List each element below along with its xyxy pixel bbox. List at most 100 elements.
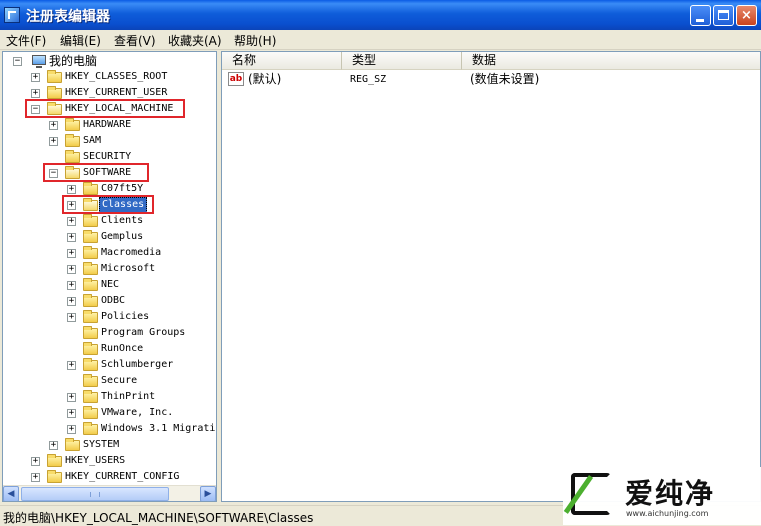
tree-node-software-child[interactable]: Program Groups: [3, 325, 216, 341]
tree-node-software-child[interactable]: + Policies: [3, 309, 216, 325]
window-title: 注册表编辑器: [26, 9, 110, 25]
expand-icon[interactable]: +: [67, 313, 76, 322]
tree-label: RunOnce: [101, 343, 144, 354]
tree-label: HKEY_USERS: [65, 455, 126, 466]
tree-node-software-child[interactable]: Secure: [3, 373, 216, 389]
expand-icon[interactable]: +: [67, 185, 76, 194]
tree-label: Gemplus: [101, 231, 144, 242]
tree-label: Program Groups: [101, 327, 186, 338]
close-button[interactable]: ×: [736, 5, 757, 26]
tree-label: HKEY_CLASSES_ROOT: [65, 71, 168, 82]
tree-horizontal-scrollbar[interactable]: ◀ ▶: [3, 485, 216, 501]
tree-node-software-child[interactable]: RunOnce: [3, 341, 216, 357]
minimize-icon: [696, 19, 704, 22]
tree-node-software-child[interactable]: + ThinPrint: [3, 389, 216, 405]
close-icon: ×: [741, 8, 752, 23]
tree-label: SYSTEM: [83, 439, 120, 450]
expand-icon[interactable]: +: [67, 281, 76, 290]
menu-file[interactable]: 文件(F): [6, 32, 46, 49]
scroll-thumb[interactable]: [21, 487, 169, 501]
tree-label: Clients: [101, 215, 144, 226]
folder-icon: [83, 278, 98, 291]
registry-tree-pane[interactable]: − 我的电脑 + HKEY_CLASSES_ROOT + HKEY_CURREN…: [2, 51, 217, 502]
tree-label: VMware, Inc.: [101, 407, 174, 418]
value-row[interactable]: ab (默认) REG_SZ (数值未设置): [222, 71, 760, 89]
expand-icon[interactable]: +: [67, 361, 76, 370]
expand-icon[interactable]: +: [31, 473, 40, 482]
tree-label: Schlumberger: [101, 359, 174, 370]
scroll-left-button[interactable]: ◀: [3, 486, 19, 501]
tree-label: HARDWARE: [83, 119, 132, 130]
folder-icon: [65, 438, 80, 451]
tree-label: Policies: [101, 311, 150, 322]
tree-label: Windows 3.1 Migration Status: [101, 423, 216, 434]
tree-node-software-child[interactable]: + Gemplus: [3, 229, 216, 245]
brand-logo-icon: [571, 473, 611, 515]
scroll-right-button[interactable]: ▶: [200, 486, 216, 501]
folder-icon: [83, 358, 98, 371]
tree-node-software-child[interactable]: + NEC: [3, 277, 216, 293]
expand-icon[interactable]: +: [67, 265, 76, 274]
regedit-app-icon: [4, 7, 20, 23]
computer-icon: [32, 55, 46, 68]
column-header-data[interactable]: 数据: [462, 52, 760, 70]
tree-node-hkcr[interactable]: + HKEY_CLASSES_ROOT: [3, 69, 216, 85]
expand-icon[interactable]: +: [49, 121, 58, 130]
maximize-icon: [718, 10, 729, 20]
highlight-box-classes: [62, 195, 154, 214]
menu-help[interactable]: 帮助(H): [234, 32, 276, 49]
tree-label: SAM: [83, 135, 102, 146]
tree-node-system[interactable]: + SYSTEM: [3, 437, 216, 453]
watermark-url: www.aichunjing.com: [626, 509, 709, 518]
title-bar[interactable]: 注册表编辑器 ×: [0, 0, 761, 30]
menu-favorites[interactable]: 收藏夹(A): [168, 32, 222, 49]
expand-icon[interactable]: +: [67, 409, 76, 418]
expand-icon[interactable]: +: [67, 393, 76, 402]
status-path: 我的电脑\HKEY_LOCAL_MACHINE\SOFTWARE\Classes: [3, 511, 314, 525]
tree-node-software-child[interactable]: + Clients: [3, 213, 216, 229]
tree-node-sam[interactable]: + SAM: [3, 133, 216, 149]
expand-icon[interactable]: +: [67, 249, 76, 258]
tree-node-hkcc[interactable]: + HKEY_CURRENT_CONFIG: [3, 469, 216, 485]
expand-icon[interactable]: +: [49, 137, 58, 146]
tree-node-software-child[interactable]: + Macromedia: [3, 245, 216, 261]
tree-node-software-child[interactable]: + Schlumberger: [3, 357, 216, 373]
expand-icon[interactable]: +: [67, 425, 76, 434]
tree-node-hardware[interactable]: + HARDWARE: [3, 117, 216, 133]
watermark: 爱纯净 www.aichunjing.com: [563, 467, 761, 525]
tree-node-software-child[interactable]: + Microsoft: [3, 261, 216, 277]
folder-icon: [83, 230, 98, 243]
expand-icon[interactable]: +: [31, 457, 40, 466]
tree-label: NEC: [101, 279, 120, 290]
expand-icon[interactable]: +: [67, 233, 76, 242]
column-header-name[interactable]: 名称: [222, 52, 342, 70]
folder-icon: [83, 214, 98, 227]
registry-values-pane[interactable]: 名称 类型 数据 ab (默认) REG_SZ (数值未设置): [221, 51, 761, 502]
tree-node-software-child[interactable]: + ODBC: [3, 293, 216, 309]
value-type: REG_SZ: [350, 74, 387, 85]
value-name: (默认): [248, 72, 282, 86]
tree-label: Macromedia: [101, 247, 162, 258]
menu-edit[interactable]: 编辑(E): [60, 32, 101, 49]
highlight-box-hklm: [25, 99, 185, 118]
maximize-button[interactable]: [713, 5, 734, 26]
tree-node-hku[interactable]: + HKEY_USERS: [3, 453, 216, 469]
tree-label: Secure: [101, 375, 138, 386]
collapse-icon[interactable]: −: [13, 57, 22, 66]
expand-icon[interactable]: +: [49, 441, 58, 450]
expand-icon[interactable]: +: [67, 217, 76, 226]
expand-icon[interactable]: +: [67, 297, 76, 306]
column-header-type[interactable]: 类型: [342, 52, 462, 70]
expand-icon[interactable]: +: [31, 73, 40, 82]
folder-icon: [47, 470, 62, 483]
minimize-button[interactable]: [690, 5, 711, 26]
folder-icon: [47, 70, 62, 83]
tree-node-my-computer[interactable]: − 我的电脑: [3, 53, 216, 69]
menu-view[interactable]: 查看(V): [114, 32, 156, 49]
folder-icon: [83, 374, 98, 387]
expand-icon[interactable]: +: [31, 89, 40, 98]
highlight-box-software: [43, 163, 149, 182]
tree-node-software-child[interactable]: + Windows 3.1 Migration Status: [3, 421, 216, 437]
tree-node-software-child[interactable]: + VMware, Inc.: [3, 405, 216, 421]
folder-icon: [47, 454, 62, 467]
